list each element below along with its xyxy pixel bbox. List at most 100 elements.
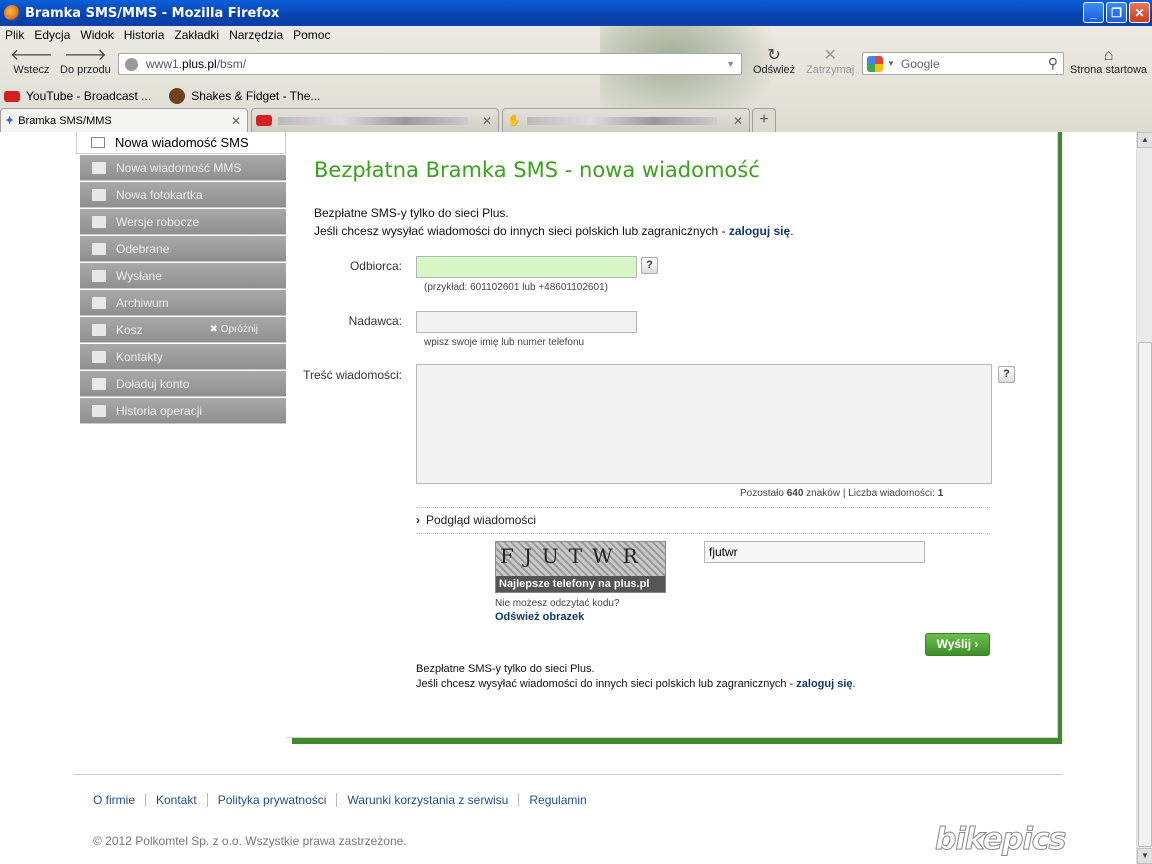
- login-link[interactable]: zaloguj się: [729, 224, 790, 238]
- sidebar-item-archive[interactable]: Archiwum: [80, 290, 286, 316]
- sent-icon: [92, 269, 106, 282]
- sender-label: Nadawca:: [348, 314, 402, 328]
- home-button[interactable]: ⌂ Strona startowa: [1070, 48, 1147, 77]
- sidebar-item-label: Wysłane: [116, 268, 162, 283]
- sidebar-item-sent[interactable]: Wysłane: [80, 263, 286, 289]
- footer-divider: [73, 774, 1063, 775]
- bookmark-label: Shakes & Fidget - The...: [191, 89, 321, 103]
- contacts-icon: [92, 350, 106, 363]
- trash-icon: [92, 323, 106, 336]
- menu-help[interactable]: Pomoc: [288, 28, 335, 46]
- close-icon[interactable]: ✕: [1129, 2, 1150, 23]
- sidebar-item-trash[interactable]: Kosz ✖ Opróżnij: [80, 317, 286, 343]
- footer-link-contact[interactable]: Kontakt: [145, 793, 207, 807]
- sidebar-item-new-sms[interactable]: Nowa wiadomość SMS: [76, 132, 286, 154]
- divider: [416, 533, 990, 534]
- tab-bramka[interactable]: ✦ Bramka SMS/MMS ✕: [0, 108, 248, 132]
- hand-favicon-icon: ✋: [507, 115, 521, 127]
- stop-button[interactable]: ✕ Zatrzymaj: [806, 48, 854, 77]
- menu-bar: Plik Edycja Widok Historia Zakładki Narz…: [0, 28, 335, 46]
- menu-file[interactable]: Plik: [0, 28, 29, 46]
- sidebar-item-label: Nowa wiadomość SMS: [115, 135, 249, 150]
- message-textarea[interactable]: [416, 364, 992, 484]
- preview-label: Podgląd wiadomości: [426, 513, 537, 527]
- close-tab-icon[interactable]: ✕: [231, 114, 241, 128]
- minimize-icon[interactable]: _: [1083, 2, 1104, 23]
- recipient-input[interactable]: [416, 256, 637, 278]
- url-dropdown-icon[interactable]: ▼: [726, 59, 735, 69]
- reload-icon: ↻: [767, 47, 781, 64]
- tab-youtube[interactable]: ✕: [251, 108, 499, 132]
- mms-icon: [92, 161, 106, 174]
- site-identity-icon[interactable]: [125, 57, 138, 71]
- search-placeholder: Google: [900, 56, 940, 71]
- sidebar-item-inbox[interactable]: Odebrane: [80, 236, 286, 262]
- close-tab-icon[interactable]: ✕: [733, 114, 743, 128]
- recipient-help-button[interactable]: ?: [641, 257, 658, 274]
- search-engine-dropdown-icon[interactable]: ▼: [887, 59, 895, 68]
- search-bar[interactable]: ▼ Google ⚲: [862, 52, 1064, 75]
- intro-line-2-text: Jeśli chcesz wysyłać wiadomości do innyc…: [314, 224, 729, 238]
- window-titlebar: Bramka SMS/MMS - Mozilla Firefox _ ❐ ✕: [0, 0, 1152, 26]
- refresh-image-link[interactable]: Odśwież obrazek: [495, 611, 584, 623]
- maximize-icon[interactable]: ❐: [1106, 2, 1127, 23]
- forward-arrow-icon: 🡒: [63, 47, 107, 64]
- back-label: Wstecz: [13, 64, 50, 76]
- sidebar-item-label: Nowa wiadomość MMS: [116, 160, 242, 175]
- menu-history[interactable]: Historia: [119, 28, 170, 46]
- divider: [416, 507, 990, 508]
- back-button[interactable]: 🡐 Wstecz: [10, 48, 53, 77]
- sender-input[interactable]: [416, 311, 637, 333]
- scroll-thumb[interactable]: [1138, 342, 1152, 847]
- sidebar-item-label: Nowa fotokartka: [116, 187, 203, 202]
- window-title: Bramka SMS/MMS - Mozilla Firefox: [25, 5, 280, 21]
- footer-link-terms[interactable]: Warunki korzystania z serwisu: [336, 793, 518, 807]
- bookmark-label: YouTube - Broadcast ...: [26, 89, 152, 103]
- sidebar-item-contacts[interactable]: Kontakty: [80, 344, 286, 370]
- shakes-fidget-icon: [169, 88, 186, 104]
- intro-line-1: Bezpłatne SMS-y tylko do sieci Plus.: [314, 206, 509, 220]
- counter-mid: znaków | Liczba wiadomości:: [806, 488, 935, 499]
- menu-bookmarks[interactable]: Zakładki: [169, 28, 224, 46]
- sidebar-item-top-up[interactable]: Doładuj konto: [80, 371, 286, 397]
- bookmark-shakes-fidget[interactable]: Shakes & Fidget - The...: [165, 88, 320, 104]
- menu-view[interactable]: Widok: [75, 28, 118, 46]
- vertical-scrollbar[interactable]: ▲ ▼: [1136, 132, 1152, 864]
- bookmark-youtube[interactable]: YouTube - Broadcast ...: [0, 89, 151, 103]
- archive-icon: [92, 296, 106, 309]
- menu-tools[interactable]: Narzędzia: [224, 28, 288, 46]
- footer-link-privacy[interactable]: Polityka prywatności: [206, 793, 337, 807]
- sidebar-item-drafts[interactable]: Wersje robocze: [80, 209, 286, 235]
- captcha-input[interactable]: fjutwr: [704, 541, 925, 563]
- history-icon: [92, 404, 106, 417]
- footer-link-regulations[interactable]: Regulamin: [518, 793, 596, 807]
- footer-note-line-2: Jeśli chcesz wysyłać wiadomości do innyc…: [416, 678, 856, 690]
- chevron-right-icon: ›: [974, 637, 979, 651]
- tab-redacted[interactable]: ✋ ✕: [502, 108, 750, 132]
- close-tab-icon[interactable]: ✕: [482, 114, 492, 128]
- photocard-icon: [92, 188, 106, 201]
- sms-form-panel: Bezpłatna Bramka SMS - nowa wiadomość Be…: [286, 132, 1058, 738]
- sidebar-item-new-photocard[interactable]: Nowa fotokartka: [80, 182, 286, 208]
- preview-toggle[interactable]: › Podgląd wiadomości: [416, 513, 536, 527]
- captcha-text: FJUTWR: [500, 544, 648, 568]
- google-icon[interactable]: [867, 55, 883, 72]
- empty-trash-label: Opróżnij: [220, 324, 258, 335]
- search-icon[interactable]: ⚲: [1048, 55, 1058, 72]
- send-button[interactable]: Wyślij ›: [925, 633, 990, 656]
- copyright: © 2012 Polkomtel Sp. z o.o. Wszystkie pr…: [93, 834, 407, 848]
- sidebar-item-new-mms[interactable]: Nowa wiadomość MMS: [80, 155, 286, 181]
- empty-trash-link[interactable]: ✖ Opróżnij: [210, 324, 258, 335]
- scroll-up-icon[interactable]: ▲: [1137, 132, 1152, 148]
- footer-login-link[interactable]: zaloguj się: [796, 678, 852, 690]
- scroll-down-icon[interactable]: ▼: [1137, 848, 1152, 864]
- menu-edit[interactable]: Edycja: [29, 28, 75, 46]
- footer-link-about[interactable]: O firmie: [93, 793, 145, 807]
- forward-button[interactable]: 🡒 Do przodu: [60, 47, 111, 77]
- reload-button[interactable]: ↻ Odśwież: [753, 47, 795, 77]
- sidebar-item-label: Historia operacji: [116, 403, 203, 418]
- url-bar[interactable]: www1. plus.pl/bsm/ ▼: [118, 53, 742, 75]
- sidebar-item-history[interactable]: Historia operacji: [80, 398, 286, 424]
- new-tab-button[interactable]: +: [752, 108, 776, 132]
- message-help-button[interactable]: ?: [998, 366, 1015, 383]
